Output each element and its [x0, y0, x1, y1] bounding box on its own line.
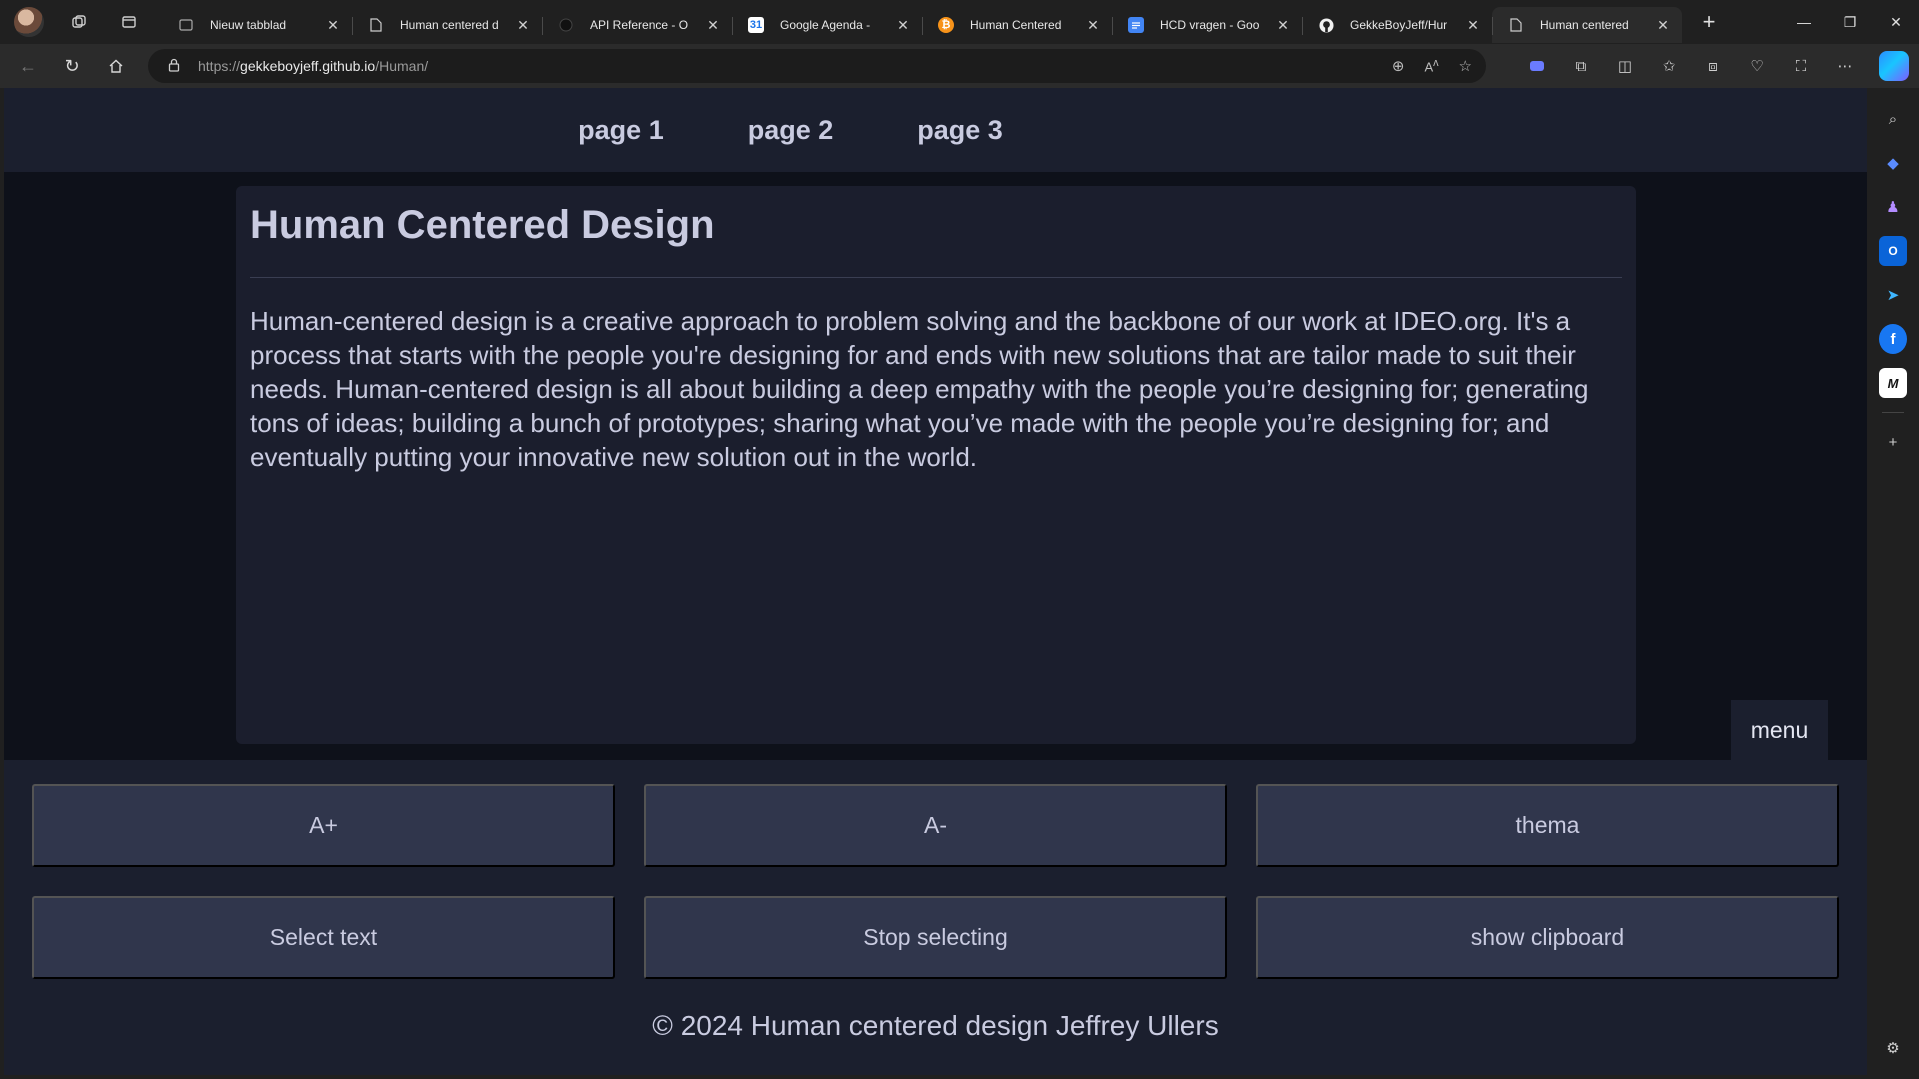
menu-toggle-button[interactable]: menu — [1731, 700, 1828, 761]
window-controls: — ❐ ✕ — [1781, 0, 1919, 44]
url-path: /Human/ — [375, 58, 429, 74]
github-icon — [1318, 17, 1334, 33]
close-icon[interactable]: ✕ — [1464, 16, 1482, 34]
select-text-button[interactable]: Select text — [32, 896, 615, 979]
url-host: gekkeboyjeff.github.io — [240, 58, 376, 74]
more-options-icon[interactable]: ⋯ — [1830, 51, 1860, 81]
tab-title: GekkeBoyJeff/Hur — [1350, 18, 1448, 32]
stop-selecting-button[interactable]: Stop selecting — [644, 896, 1227, 979]
browser-sidebar: ⌕ ◆ ♟ O ➤ f M + ⚙ — [1867, 88, 1919, 1079]
document-icon — [368, 17, 384, 33]
collections-icon[interactable]: ⧈ — [1698, 51, 1728, 81]
add-icon[interactable]: + — [1879, 427, 1907, 457]
tab-title: Google Agenda - — [780, 18, 871, 32]
tab-human-centered-active[interactable]: Human centered ✕ — [1492, 7, 1682, 43]
nav-link-page-1[interactable]: page 1 — [578, 115, 664, 146]
send-icon[interactable]: ➤ — [1879, 280, 1907, 310]
title-divider — [250, 277, 1622, 278]
tab-title: HCD vragen - Goo — [1160, 18, 1260, 32]
tab-google-agenda[interactable]: 31 Google Agenda - ✕ — [732, 7, 922, 43]
tab-nieuw-tabblad[interactable]: Nieuw tabblad ✕ — [162, 7, 352, 43]
decrease-font-button[interactable]: A- — [644, 784, 1227, 867]
extension-icon[interactable] — [1522, 51, 1552, 81]
tab-human-centered-2[interactable]: ₿ Human Centered ✕ — [922, 7, 1112, 43]
tab-hcd-vragen[interactable]: HCD vragen - Goo ✕ — [1112, 7, 1302, 43]
split-screen-icon[interactable]: ◫ — [1610, 51, 1640, 81]
show-clipboard-button[interactable]: show clipboard — [1256, 896, 1839, 979]
browser-toolbar: ← ↻ https://gekkeboyjeff.github.io/Human… — [0, 44, 1919, 88]
document-icon — [1508, 17, 1524, 33]
tab-title: Nieuw tabblad — [210, 18, 287, 32]
restore-icon[interactable]: ❐ — [1827, 0, 1873, 44]
sidebar-divider — [1882, 412, 1904, 413]
bitcoin-icon: ₿ — [938, 17, 954, 33]
tab-api-reference[interactable]: API Reference - O ✕ — [542, 7, 732, 43]
increase-font-button[interactable]: A+ — [32, 784, 615, 867]
tab-title: API Reference - O — [590, 18, 689, 32]
tab-github[interactable]: GekkeBoyJeff/Hur ✕ — [1302, 7, 1492, 43]
address-bar[interactable]: https://gekkeboyjeff.github.io/Human/ ⊕ … — [148, 49, 1486, 83]
close-icon[interactable]: ✕ — [1654, 16, 1672, 34]
tab-title: Human centered — [1540, 18, 1629, 32]
address-bar-icons: ⊕ Aʌ ☆ — [1392, 49, 1472, 83]
extensions-puzzle-icon[interactable]: ⧉ — [1566, 51, 1596, 81]
favorites-icon[interactable]: ✩ — [1654, 51, 1684, 81]
read-aloud-icon[interactable]: Aʌ — [1424, 57, 1438, 74]
close-icon[interactable]: ✕ — [514, 16, 532, 34]
google-docs-icon — [1128, 17, 1144, 33]
shopping-tag-icon[interactable]: ◆ — [1879, 148, 1907, 178]
close-icon[interactable]: ✕ — [324, 16, 342, 34]
theme-button[interactable]: thema — [1256, 784, 1839, 867]
nav-link-page-3[interactable]: page 3 — [917, 115, 1003, 146]
workspaces-icon[interactable] — [64, 7, 94, 37]
intro-paragraph: Human-centered design is a creative appr… — [250, 306, 1589, 472]
url-text[interactable]: https://gekkeboyjeff.github.io/Human/ — [198, 58, 428, 74]
accessibility-controls: A+ A- thema Select text Stop selecting s… — [4, 760, 1867, 1075]
page-title: Human Centered Design — [250, 203, 715, 247]
outlook-icon[interactable]: O — [1879, 236, 1907, 266]
browser-tab-strip: Nieuw tabblad ✕ Human centered d ✕ API R… — [0, 0, 1919, 44]
favorite-star-icon[interactable]: ☆ — [1459, 57, 1472, 75]
zoom-icon[interactable]: ⊕ — [1392, 57, 1405, 75]
home-icon[interactable] — [100, 50, 132, 82]
site-nav: page 1 page 2 page 3 — [4, 88, 1867, 172]
tab-title: Human centered d — [400, 18, 499, 32]
close-icon[interactable]: ✕ — [894, 16, 912, 34]
settings-gear-icon[interactable]: ⚙ — [1879, 1033, 1907, 1063]
m-app-icon[interactable]: M — [1879, 368, 1907, 398]
performance-icon[interactable]: ♡ — [1742, 51, 1772, 81]
toolbar-extensions: ⧉ ◫ ✩ ⧈ ♡ ⛶ ⋯ — [1522, 44, 1860, 88]
minimize-icon[interactable]: — — [1781, 0, 1827, 44]
tools-icon[interactable]: ♟ — [1879, 192, 1907, 222]
site-footer: © 2024 Human centered design Jeffrey Ull… — [652, 1010, 1219, 1041]
facebook-icon[interactable]: f — [1879, 324, 1907, 354]
screenshot-icon[interactable]: ⛶ — [1786, 51, 1816, 81]
nav-link-page-2[interactable]: page 2 — [748, 115, 834, 146]
page-viewport: page 1 page 2 page 3 Human Centered Desi… — [4, 88, 1867, 1075]
url-scheme: https:// — [198, 58, 241, 74]
tab-list: Nieuw tabblad ✕ Human centered d ✕ API R… — [162, 0, 1682, 44]
new-tab-button[interactable]: + — [1694, 7, 1724, 37]
close-icon[interactable]: ✕ — [704, 16, 722, 34]
content-card: Human Centered Design Human-centered des… — [236, 186, 1636, 744]
close-icon[interactable]: ✕ — [1274, 16, 1292, 34]
vertical-tabs-icon[interactable] — [114, 7, 144, 37]
new-tab-page-icon — [178, 17, 194, 33]
tab-title: Human Centered — [970, 18, 1062, 32]
search-icon[interactable]: ⌕ — [1879, 104, 1907, 134]
close-icon[interactable]: ✕ — [1084, 16, 1102, 34]
refresh-icon[interactable]: ↻ — [56, 50, 88, 82]
openai-icon — [558, 17, 574, 33]
lock-icon[interactable] — [168, 58, 184, 75]
profile-avatar[interactable] — [14, 7, 44, 37]
tab-human-centered-1[interactable]: Human centered d ✕ — [352, 7, 542, 43]
google-calendar-icon: 31 — [748, 17, 764, 33]
back-arrow-icon[interactable]: ← — [12, 50, 44, 82]
copilot-icon[interactable] — [1879, 51, 1909, 81]
window-close-icon[interactable]: ✕ — [1873, 0, 1919, 44]
